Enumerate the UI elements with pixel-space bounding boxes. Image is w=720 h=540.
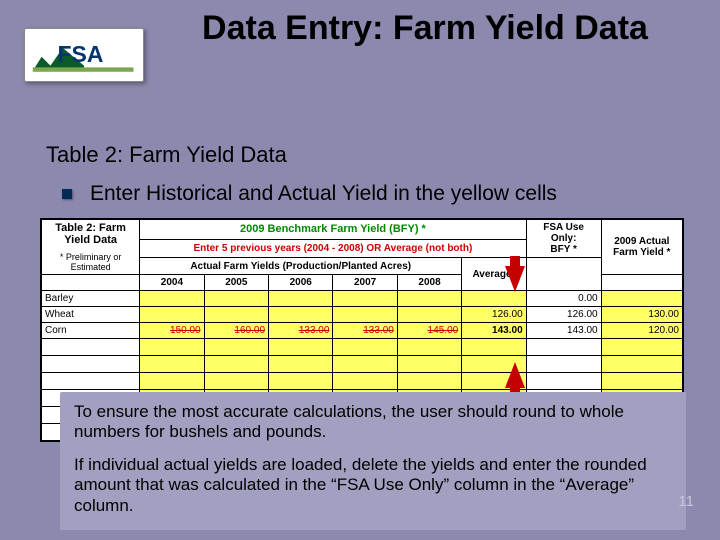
arrow-up-icon <box>505 362 525 388</box>
yield-cell[interactable]: 150.00 <box>140 323 204 339</box>
actual-cell[interactable] <box>601 291 682 307</box>
page-number: 11 <box>678 493 694 510</box>
table-row: Corn 150.00 160.00 133.00 133.00 145.00 … <box>42 323 683 339</box>
bullet-icon <box>62 189 72 199</box>
fsa-logo-svg: FSA <box>31 35 137 75</box>
avg-cell[interactable]: 143.00 <box>462 323 526 339</box>
avg-cell[interactable]: 126.00 <box>462 307 526 323</box>
year-2005: 2005 <box>204 275 268 291</box>
yield-cell[interactable] <box>397 291 461 307</box>
instruction-heading: Enter 5 previous years (2004 - 2008) OR … <box>140 239 526 257</box>
yield-cell[interactable] <box>269 291 333 307</box>
crop-label: Barley <box>42 291 140 307</box>
year-2007: 2007 <box>333 275 397 291</box>
note-paragraph: To ensure the most accurate calculations… <box>74 402 672 443</box>
yield-cell[interactable] <box>333 291 397 307</box>
table-row <box>42 356 683 373</box>
year-2006: 2006 <box>269 275 333 291</box>
actual-cell[interactable]: 130.00 <box>601 307 682 323</box>
yield-cell[interactable]: 160.00 <box>204 323 268 339</box>
bfy-cell: 143.00 <box>526 323 601 339</box>
benchmark-heading: 2009 Benchmark Farm Yield (BFY) * <box>140 220 526 240</box>
yield-cell[interactable]: 133.00 <box>269 323 333 339</box>
fsa-sub: BFY * <box>550 244 577 255</box>
actual-yields-heading: Actual Farm Yields (Production/Planted A… <box>140 258 462 275</box>
yield-cell[interactable] <box>140 291 204 307</box>
arrow-down-icon <box>505 266 525 292</box>
actual-cell[interactable]: 120.00 <box>601 323 682 339</box>
yield-cell[interactable] <box>204 307 268 323</box>
yield-cell[interactable] <box>333 307 397 323</box>
bfy-cell: 126.00 <box>526 307 601 323</box>
yield-cell[interactable]: 133.00 <box>333 323 397 339</box>
year-2004: 2004 <box>140 275 204 291</box>
actual-col-heading: 2009 Actual Farm Yield * <box>601 220 682 275</box>
yield-cell[interactable] <box>269 307 333 323</box>
yield-cell[interactable] <box>140 307 204 323</box>
slide-title: Data Entry: Farm Yield Data <box>160 8 690 48</box>
yield-cell[interactable]: 145.00 <box>397 323 461 339</box>
crop-label: Wheat <box>42 307 140 323</box>
note-paragraph: If individual actual yields are loaded, … <box>74 455 672 516</box>
table-caption: Table 2: Farm Yield Data <box>46 142 287 168</box>
fsa-logo: FSA <box>24 28 144 82</box>
arrow-down-icon <box>510 256 520 266</box>
table-row <box>42 373 683 390</box>
table-row: Wheat 126.00 126.00 130.00 <box>42 307 683 323</box>
bullet-row: Enter Historical and Actual Yield in the… <box>62 182 557 206</box>
avg-cell[interactable] <box>462 291 526 307</box>
crop-label: Corn <box>42 323 140 339</box>
table-row <box>42 339 683 356</box>
table-corner-note: * Preliminary or Estimated <box>45 252 136 272</box>
note-box: To ensure the most accurate calculations… <box>60 392 686 530</box>
logo-text: FSA <box>58 41 104 67</box>
yield-cell[interactable] <box>397 307 461 323</box>
slide: FSA Data Entry: Farm Yield Data Table 2:… <box>0 0 720 540</box>
bullet-text: Enter Historical and Actual Yield in the… <box>90 182 557 206</box>
yield-cell[interactable] <box>204 291 268 307</box>
bfy-cell: 0.00 <box>526 291 601 307</box>
table-corner-title: Table 2: Farm Yield Data <box>45 222 136 246</box>
year-2008: 2008 <box>397 275 461 291</box>
table-row: Barley 0.00 <box>42 291 683 307</box>
fsa-heading: FSA Use Only: <box>543 222 584 244</box>
